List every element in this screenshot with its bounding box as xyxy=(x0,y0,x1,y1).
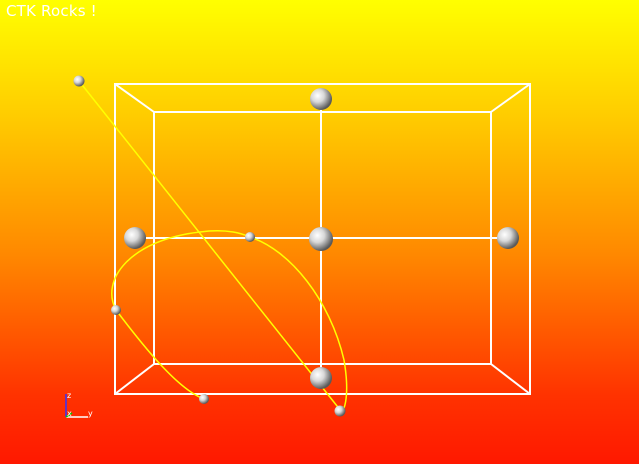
sphere-handle-icon[interactable] xyxy=(124,227,146,249)
sphere-handle-icon[interactable] xyxy=(497,227,519,249)
orientation-axes-icon: z x y xyxy=(65,391,93,418)
sphere-handle-icon[interactable] xyxy=(309,227,333,251)
sphere-handle-icon[interactable] xyxy=(310,367,332,389)
3d-scene[interactable]: z x y xyxy=(0,0,639,464)
sphere-handle-icon[interactable] xyxy=(199,394,209,404)
render-view[interactable]: CTK Rocks ! z x y xyxy=(0,0,639,464)
sphere-handle-icon[interactable] xyxy=(245,232,255,242)
sphere-handle-icon[interactable] xyxy=(111,305,121,315)
sphere-handle-icon[interactable] xyxy=(73,75,85,87)
box-edge-tr xyxy=(490,83,531,113)
axis-z-label: z xyxy=(67,391,71,400)
box-edge-bl xyxy=(114,363,155,395)
sphere-handle-icon[interactable] xyxy=(334,405,346,417)
axis-x-label: x xyxy=(67,409,72,418)
axis-y-label: y xyxy=(88,409,93,418)
box-edge-br xyxy=(490,363,531,395)
line-widget[interactable] xyxy=(78,80,342,412)
spline-widget[interactable] xyxy=(111,230,348,416)
sphere-handle-icon[interactable] xyxy=(310,88,332,110)
box-edge-tl xyxy=(114,83,155,113)
